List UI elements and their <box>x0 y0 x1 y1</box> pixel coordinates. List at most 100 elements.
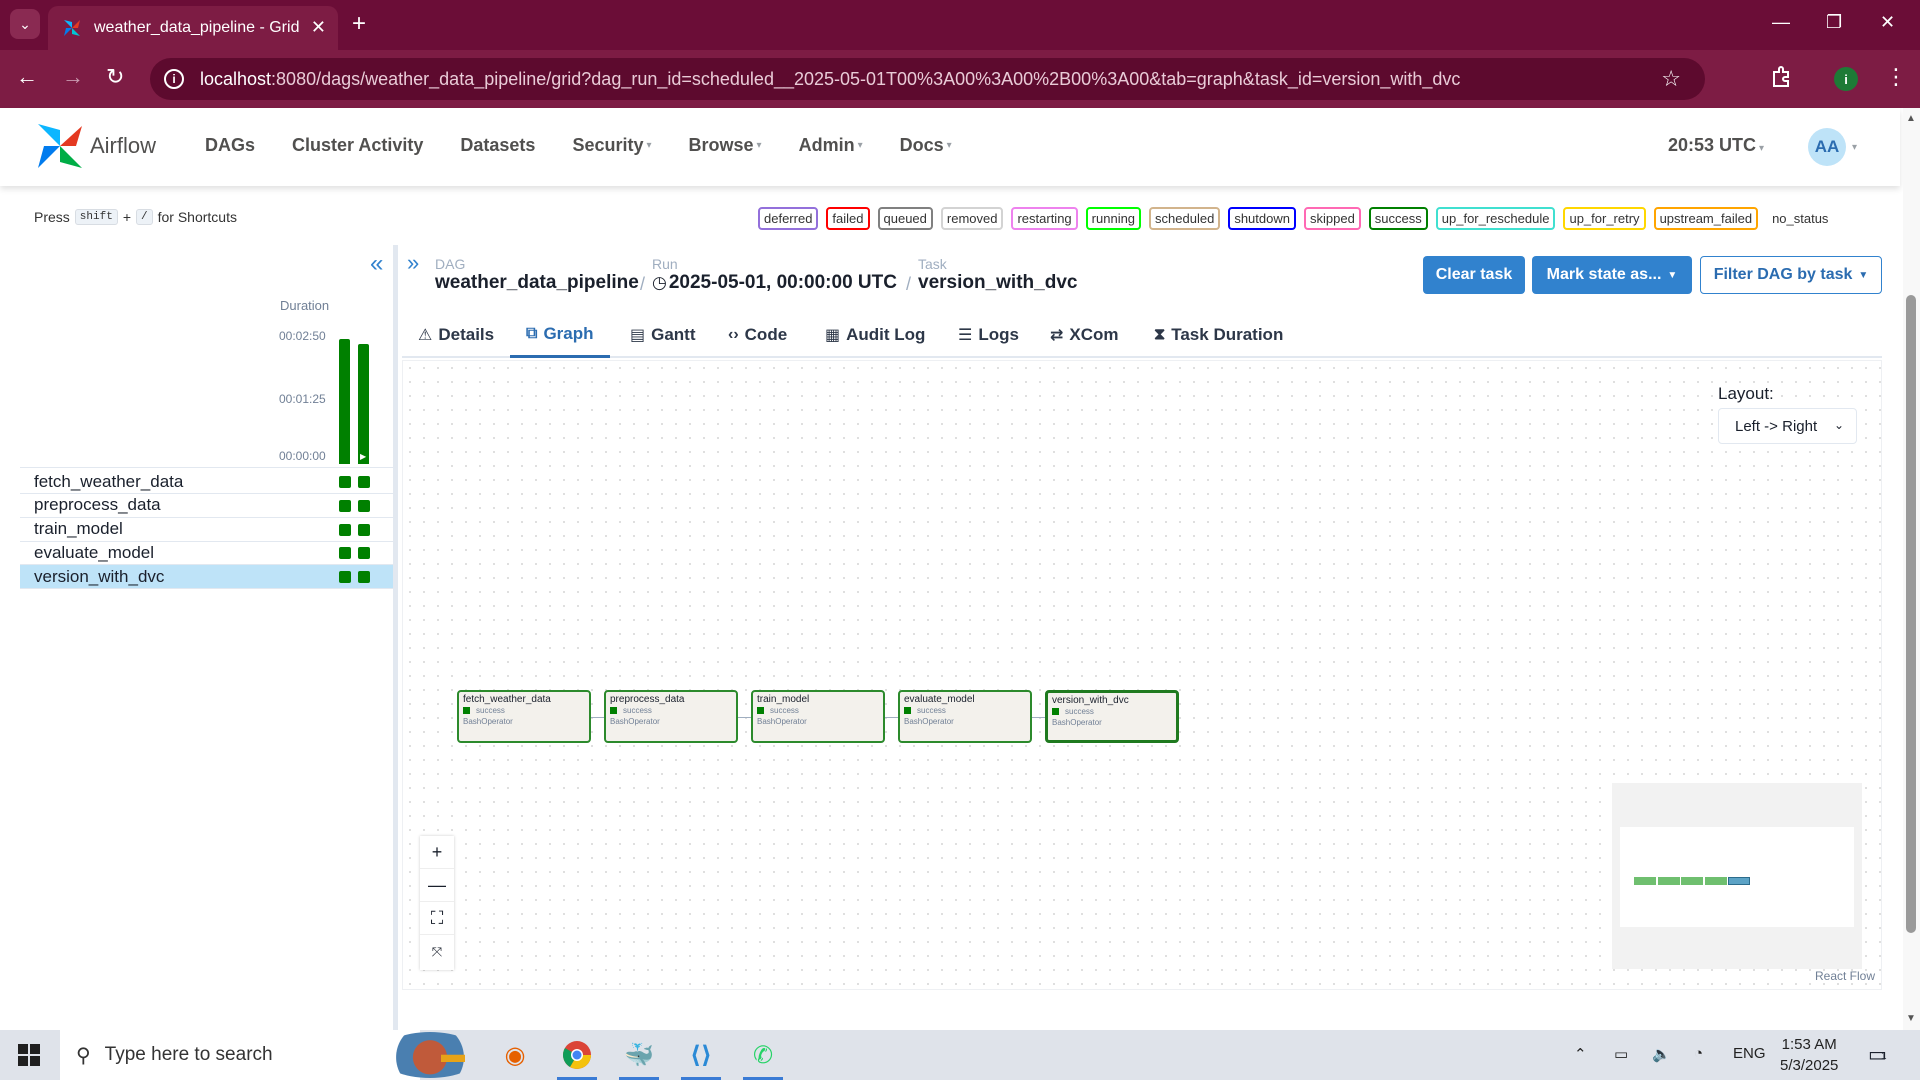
task-instance-status[interactable] <box>358 523 370 536</box>
zoom-in-button[interactable]: + <box>420 836 454 869</box>
legend-state-no-status[interactable]: no_status <box>1766 207 1835 230</box>
tab-details[interactable]: ⚠ Details <box>418 312 494 358</box>
tab-xcom[interactable]: ⇄ XCom <box>1050 312 1119 358</box>
minimize-icon[interactable]: — <box>1772 12 1790 33</box>
site-info-icon[interactable]: i <box>164 69 184 89</box>
notification-icon[interactable]: ▭ 1 <box>1868 1042 1894 1068</box>
react-flow-attribution[interactable]: React Flow <box>1815 969 1875 983</box>
vscode-icon[interactable]: ⟨⟩ <box>684 1038 718 1072</box>
nav-datasets[interactable]: Datasets <box>460 135 535 156</box>
task-instance-status[interactable] <box>339 476 351 488</box>
tab-gantt[interactable]: ▤ Gantt <box>630 312 696 358</box>
language-indicator[interactable]: ENG <box>1733 1045 1766 1062</box>
breadcrumb-dag[interactable]: DAG weather_data_pipeline <box>435 256 639 294</box>
tab-task-duration[interactable]: ⧗ Task Duration <box>1154 312 1283 358</box>
taskbar-search[interactable]: ⚲ Type here to search <box>60 1030 480 1080</box>
layout-select[interactable]: Left -> Right ⌄ <box>1718 408 1857 444</box>
timezone-dropdown[interactable]: 20:53 UTC ▾ <box>1668 135 1764 156</box>
taskbar-clock[interactable]: 1:53 AM 5/3/2025 <box>1780 1034 1838 1076</box>
battery-icon[interactable]: ▭ <box>1614 1045 1628 1063</box>
legend-state-up-for-retry[interactable]: up_for_retry <box>1563 207 1646 230</box>
legend-state-restarting[interactable]: restarting <box>1011 207 1078 230</box>
browser-tab-active[interactable]: weather_data_pipeline - Grid - Airflow ✕ <box>48 6 338 50</box>
task-row-fetch-weather-data[interactable]: fetch_weather_data <box>20 470 393 493</box>
forward-icon[interactable]: → <box>62 64 84 90</box>
panel-resize-handle[interactable] <box>393 245 398 1035</box>
profile-avatar[interactable]: i <box>1834 67 1858 91</box>
wifi-icon[interactable]: ◔ <box>1694 1045 1703 1062</box>
legend-state-running[interactable]: running <box>1085 207 1142 230</box>
task-instance-status[interactable] <box>339 523 351 536</box>
nav-browse[interactable]: Browse ▾ <box>689 135 762 156</box>
nav-dags[interactable]: DAGs <box>205 135 255 156</box>
tab-audit-log[interactable]: ▦ Audit Log <box>825 312 925 358</box>
fit-view-button[interactable]: ⛶ <box>420 902 454 935</box>
scrollbar-thumb[interactable] <box>1906 295 1916 933</box>
nav-security[interactable]: Security ▾ <box>572 135 651 156</box>
scroll-up-icon[interactable]: ▲ <box>1906 113 1916 124</box>
tray-overflow-icon[interactable]: ⌃ <box>1574 1045 1587 1063</box>
collapse-grid-icon[interactable]: « <box>370 250 383 278</box>
task-row-version-with-dvc[interactable]: version_with_dvc <box>20 565 393 589</box>
zoom-out-button[interactable]: — <box>420 869 454 902</box>
breadcrumb-task[interactable]: Task version_with_dvc <box>918 256 1077 294</box>
legend-state-upstream-failed[interactable]: upstream_failed <box>1653 207 1759 230</box>
graph-node-evaluate-model[interactable]: evaluate_model success BashOperator <box>898 690 1032 743</box>
tab-search-button[interactable]: ⌄ <box>10 9 40 39</box>
graph-minimap[interactable] <box>1612 783 1862 969</box>
chevron-down-icon[interactable]: ▾ <box>1852 142 1857 153</box>
scroll-down-icon[interactable]: ▼ <box>1906 1013 1916 1024</box>
back-icon[interactable]: ← <box>16 64 38 90</box>
mark-state-button[interactable]: Mark state as... ▼ <box>1532 256 1692 294</box>
legend-state-skipped[interactable]: skipped <box>1303 207 1361 230</box>
legend-state-failed[interactable]: failed <box>826 207 870 230</box>
legend-state-up-for-reschedule[interactable]: up_for_reschedule <box>1435 207 1556 230</box>
breadcrumb-run[interactable]: Run ◷ 2025-05-01, 00:00:00 UTC <box>652 256 897 294</box>
reload-icon[interactable]: ↻ <box>106 64 124 90</box>
run-duration-bar-selected[interactable] <box>358 344 369 464</box>
url-field[interactable]: i localhost:8080/dags/weather_data_pipel… <box>150 58 1705 100</box>
graph-node-version-with-dvc[interactable]: version_with_dvc success BashOperator <box>1045 690 1179 743</box>
task-instance-status[interactable] <box>358 571 370 584</box>
task-instance-status[interactable] <box>339 571 351 584</box>
tab-code[interactable]: ‹› Code <box>728 312 787 358</box>
graph-node-train-model[interactable]: train_model success BashOperator <box>751 690 885 743</box>
task-instance-status[interactable] <box>339 547 351 560</box>
new-tab-button[interactable]: + <box>352 12 366 36</box>
fullscreen-icon[interactable]: ⤧ <box>420 935 454 968</box>
windows-start-icon[interactable] <box>18 1044 40 1066</box>
whatsapp-icon[interactable]: ✆ <box>746 1038 780 1072</box>
nav-cluster-activity[interactable]: Cluster Activity <box>292 135 423 156</box>
task-instance-status[interactable] <box>358 476 370 488</box>
task-row-preprocess-data[interactable]: preprocess_data <box>20 494 393 517</box>
legend-state-shutdown[interactable]: shutdown <box>1228 207 1296 230</box>
tab-logs[interactable]: ☰ Logs <box>958 312 1019 358</box>
extensions-icon[interactable] <box>1768 64 1794 90</box>
task-row-train-model[interactable]: train_model <box>20 518 393 541</box>
airflow-logo[interactable]: Airflow <box>36 122 156 170</box>
bookmark-star-icon[interactable]: ☆ <box>1661 66 1681 92</box>
nav-docs[interactable]: Docs ▾ <box>900 135 952 156</box>
task-instance-status[interactable] <box>358 499 370 512</box>
tab-graph[interactable]: ⧉ Graph <box>510 312 610 358</box>
chrome-icon[interactable] <box>560 1038 594 1072</box>
user-avatar[interactable]: AA <box>1808 128 1846 166</box>
legend-state-removed[interactable]: removed <box>940 207 1004 230</box>
expand-details-icon[interactable]: » <box>407 250 419 276</box>
legend-state-deferred[interactable]: deferred <box>758 207 819 230</box>
filter-dag-button[interactable]: Filter DAG by task ▼ <box>1700 256 1882 294</box>
firefox-icon[interactable]: ◉ <box>498 1038 532 1072</box>
clear-task-button[interactable]: Clear task <box>1423 256 1525 294</box>
docker-icon[interactable]: 🐳 <box>622 1038 656 1072</box>
task-row-evaluate-model[interactable]: evaluate_model <box>20 541 393 564</box>
legend-state-success[interactable]: success <box>1368 207 1428 230</box>
browser-menu-icon[interactable]: ⋮ <box>1885 64 1907 90</box>
restore-icon[interactable]: ❐ <box>1826 12 1842 33</box>
run-duration-bar[interactable] <box>339 339 350 464</box>
task-instance-status[interactable] <box>339 499 351 512</box>
close-window-icon[interactable]: ✕ <box>1880 12 1895 33</box>
file-explorer-icon[interactable]: ▬ <box>436 1038 470 1072</box>
graph-node-preprocess-data[interactable]: preprocess_data success BashOperator <box>604 690 738 743</box>
graph-node-fetch-weather-data[interactable]: fetch_weather_data success BashOperator <box>457 690 591 743</box>
legend-state-scheduled[interactable]: scheduled <box>1149 207 1221 230</box>
